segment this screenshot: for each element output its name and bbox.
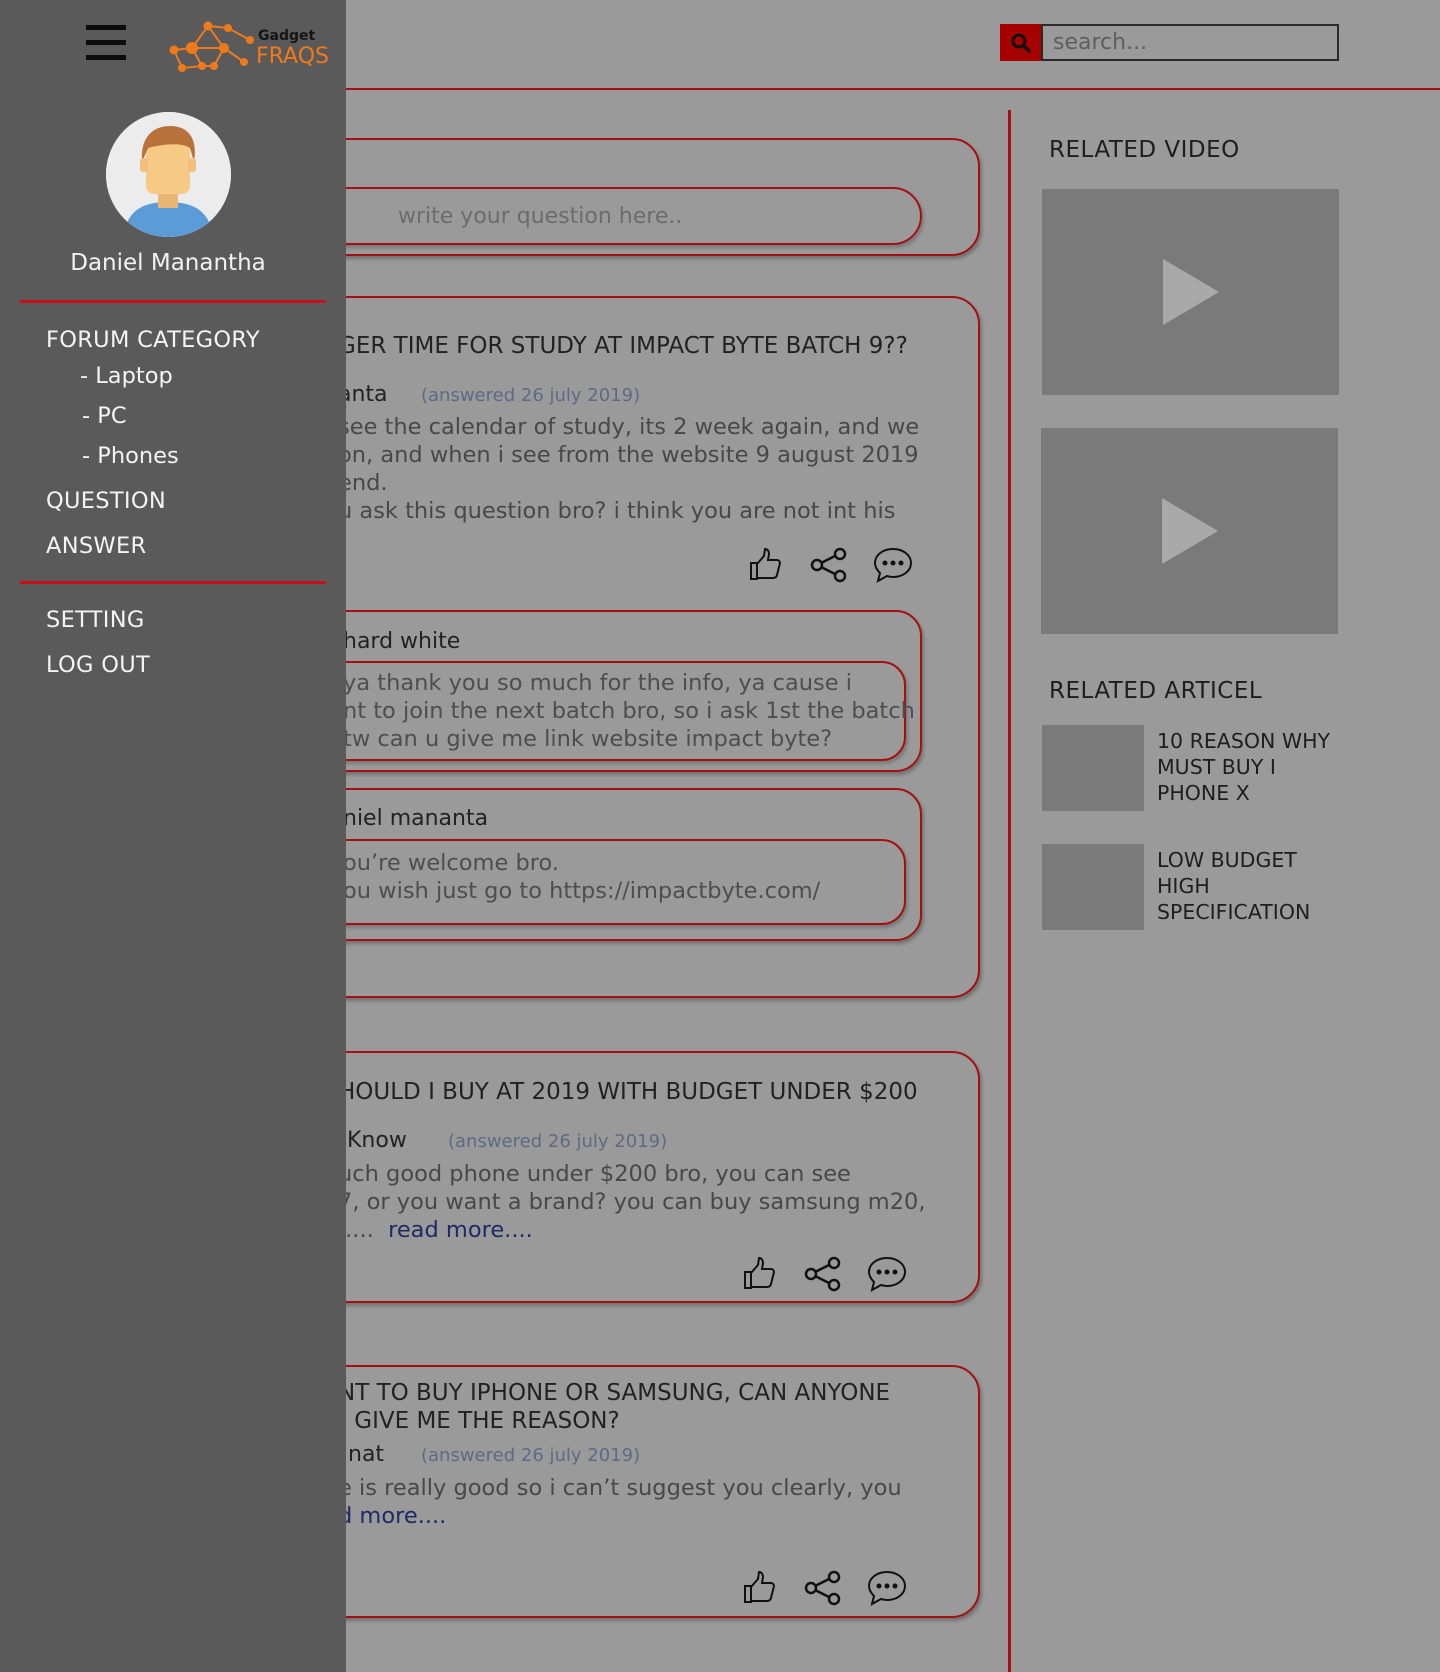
user-name[interactable]: Daniel Manantha <box>0 250 336 276</box>
question-date: (answered 26 july 2019) <box>421 385 641 406</box>
logo-text-top: Gadget <box>258 28 316 44</box>
logo-text-bottom: FRAQS <box>256 44 329 69</box>
menu-button[interactable] <box>86 25 126 61</box>
sidebar-item-logout[interactable]: LOG OUT <box>46 652 150 678</box>
question-date: (answered 26 july 2019) <box>421 1445 641 1466</box>
read-more-link[interactable]: read more.... <box>388 1217 533 1243</box>
search-icon <box>1011 33 1031 53</box>
sidebar-item-pc[interactable]: - PC <box>82 403 127 429</box>
share-button[interactable] <box>802 1253 844 1295</box>
comment-icon <box>867 1570 907 1606</box>
search-button[interactable] <box>1000 24 1041 61</box>
like-button[interactable] <box>744 544 786 586</box>
reply-text: ya thank you so much for the info, ya ca… <box>343 670 915 752</box>
related-article-title: RELATED ARTICEL <box>1049 678 1263 704</box>
share-button[interactable] <box>808 544 850 586</box>
article-link[interactable]: 10 REASON WHY MUST BUY I PHONE X <box>1157 728 1332 806</box>
article-thumbnail[interactable] <box>1042 725 1144 811</box>
thumbs-up-icon <box>744 1570 776 1603</box>
column-divider <box>1008 110 1011 1672</box>
question-body: uch good phone under $200 bro, you can s… <box>338 1161 926 1243</box>
question-actions <box>744 544 914 586</box>
sidebar-item-setting[interactable]: SETTING <box>46 607 145 633</box>
sidebar-divider <box>20 300 326 303</box>
search-input[interactable] <box>1041 24 1339 61</box>
user-avatar-icon <box>106 112 231 237</box>
comment-icon <box>867 1256 907 1292</box>
reply-author[interactable]: hard white <box>343 629 460 654</box>
reply-text: ou’re welcome bro. ou wish just go to ht… <box>343 850 821 904</box>
question-actions <box>738 1567 908 1609</box>
share-button[interactable] <box>802 1567 844 1609</box>
video-thumbnail[interactable] <box>1041 428 1338 634</box>
sidebar-drawer: Gadget FRAQS Daniel Manantha FORUM CATEG… <box>0 0 346 1672</box>
menu-icon <box>86 25 126 60</box>
network-logo-icon <box>169 21 254 72</box>
avatar[interactable] <box>106 112 231 237</box>
like-button[interactable] <box>738 1253 780 1295</box>
article-link[interactable]: LOW BUDGET HIGH SPECIFICATION <box>1157 847 1332 925</box>
share-icon <box>810 547 847 583</box>
sidebar-item-forum-category[interactable]: FORUM CATEGORY <box>46 327 260 353</box>
question-body: e is really good so i can’t suggest you … <box>338 1475 902 1530</box>
question-title[interactable]: GER TIME FOR STUDY AT IMPACT BYTE BATCH … <box>338 333 908 359</box>
question-title[interactable]: HOULD I BUY AT 2019 WITH BUDGET UNDER $2… <box>338 1079 918 1105</box>
share-icon <box>804 1570 841 1606</box>
thumbs-up-icon <box>750 547 782 580</box>
sidebar-item-laptop[interactable]: - Laptop <box>80 363 173 389</box>
question-author[interactable]: Know <box>347 1128 407 1153</box>
comment-button[interactable] <box>866 1567 908 1609</box>
play-icon <box>1161 498 1218 564</box>
question-input[interactable] <box>300 187 922 245</box>
sidebar-item-phones[interactable]: - Phones <box>82 443 179 469</box>
reply-author[interactable]: niel mananta <box>343 806 488 831</box>
like-button[interactable] <box>738 1567 780 1609</box>
question-author[interactable]: nat <box>348 1442 384 1467</box>
video-thumbnail[interactable] <box>1042 189 1339 395</box>
search-bar <box>1000 24 1339 61</box>
sidebar-item-question[interactable]: QUESTION <box>46 488 166 514</box>
comment-button[interactable] <box>872 544 914 586</box>
related-video-title: RELATED VIDEO <box>1049 137 1240 163</box>
question-actions <box>738 1253 908 1295</box>
site-logo[interactable]: Gadget FRAQS <box>168 18 333 74</box>
sidebar-item-answer[interactable]: ANSWER <box>46 533 146 559</box>
share-icon <box>804 1256 841 1292</box>
read-more-link[interactable]: d more.... <box>338 1502 902 1530</box>
sidebar-divider <box>20 581 326 584</box>
comment-icon <box>873 547 913 583</box>
question-body: see the calendar of study, its 2 week ag… <box>338 414 920 524</box>
article-thumbnail[interactable] <box>1042 844 1144 930</box>
question-title[interactable]: NT TO BUY IPHONE OR SAMSUNG, CAN ANYONE … <box>338 1379 890 1435</box>
question-date: (answered 26 july 2019) <box>448 1131 668 1152</box>
thumbs-up-icon <box>744 1256 776 1289</box>
comment-button[interactable] <box>866 1253 908 1295</box>
play-icon <box>1162 259 1219 325</box>
